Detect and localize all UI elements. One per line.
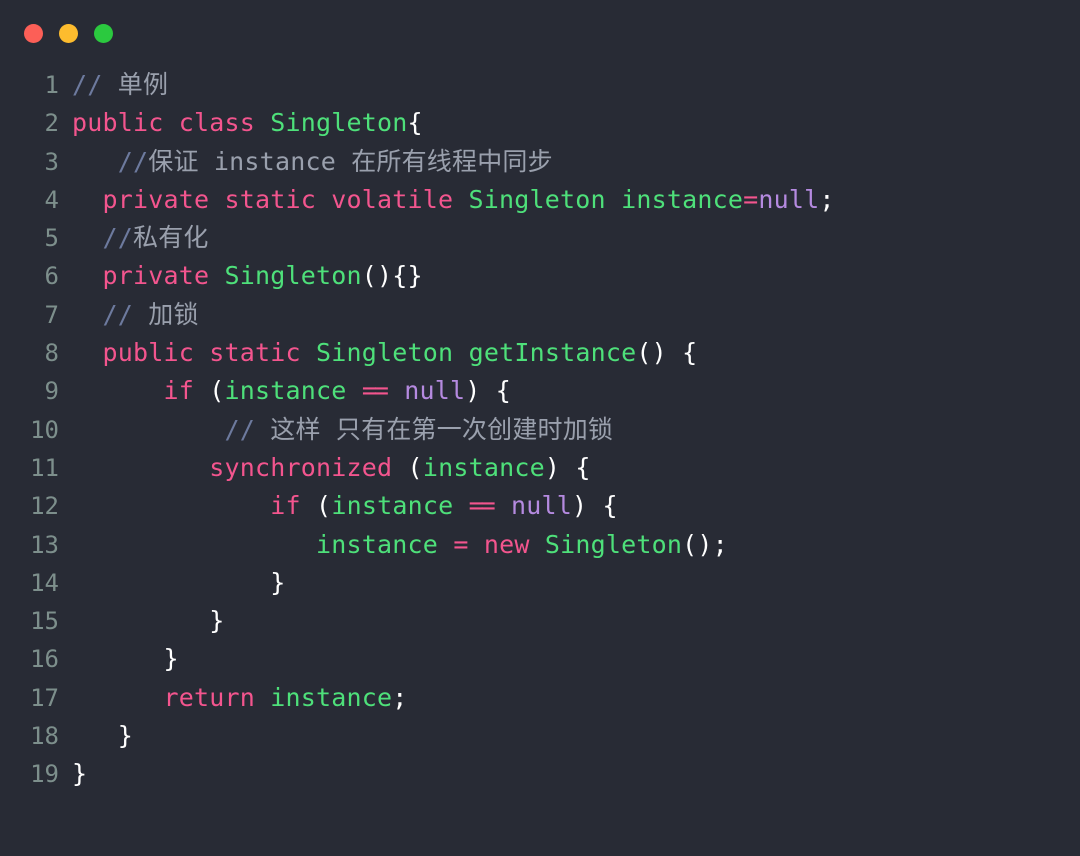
line-content: } xyxy=(270,567,286,597)
line-number: 3 xyxy=(44,147,59,176)
code-line: 15 } xyxy=(0,602,1080,640)
line-number: 4 xyxy=(44,185,59,214)
code-line: 4 private static volatile Singleton inst… xyxy=(0,181,1080,219)
line-number: 7 xyxy=(44,300,59,329)
line-content: //保证 instance 在所有线程中同步 xyxy=(117,146,553,176)
window-titlebar xyxy=(0,0,1080,66)
line-content: private static volatile Singleton instan… xyxy=(102,184,835,214)
line-content: return instance; xyxy=(163,682,408,712)
line-content: if (instance == null) { xyxy=(163,376,511,406)
line-number: 13 xyxy=(30,530,59,559)
line-number: 15 xyxy=(30,607,59,636)
code-line: 14 } xyxy=(0,564,1080,602)
line-content: } xyxy=(163,644,179,674)
line-number: 11 xyxy=(30,453,59,482)
line-number: 12 xyxy=(30,492,59,521)
line-content: // 加锁 xyxy=(102,299,199,329)
code-line: 8 public static Singleton getInstance() … xyxy=(0,334,1080,372)
line-content: } xyxy=(117,721,134,751)
code-line: 11 synchronized (instance) { xyxy=(0,449,1080,487)
code-line: 2 public class Singleton{ xyxy=(0,104,1080,142)
line-content: public static Singleton getInstance() { xyxy=(102,338,698,368)
code-line: 10 // 这样 只有在第一次创建时加锁 xyxy=(0,411,1080,449)
code-line: 1 // 单例 xyxy=(0,66,1080,104)
line-number: 18 xyxy=(30,722,59,751)
line-number: 1 xyxy=(44,71,59,99)
line-number: 2 xyxy=(44,109,59,138)
line-number: 19 xyxy=(30,760,59,789)
line-number: 5 xyxy=(44,224,59,253)
line-content: //私有化 xyxy=(102,223,209,253)
line-content: if (instance == null) { xyxy=(270,491,618,521)
line-number: 9 xyxy=(44,377,59,406)
code-line: 17 return instance; xyxy=(0,679,1080,717)
line-number: 16 xyxy=(30,645,59,674)
minimize-button[interactable] xyxy=(59,23,78,43)
code-line: 13 instance = new Singleton(); xyxy=(0,526,1080,564)
code-line: 3 //保证 instance 在所有线程中同步 xyxy=(0,143,1080,181)
code-line: 6 private Singleton(){} xyxy=(0,257,1080,295)
line-content: } xyxy=(209,606,225,636)
line-content: public class Singleton{ xyxy=(72,108,423,138)
line-number: 10 xyxy=(30,415,59,444)
line-content: instance = new Singleton(); xyxy=(316,529,728,559)
line-number: 14 xyxy=(30,568,59,597)
line-number: 8 xyxy=(44,339,59,368)
line-number: 17 xyxy=(30,683,59,712)
code-line: 9 if (instance == null) { xyxy=(0,372,1080,410)
line-content: private Singleton(){} xyxy=(102,261,423,291)
line-number: 6 xyxy=(44,262,59,291)
window-controls xyxy=(24,23,113,43)
code-editor[interactable]: 1 // 单例 2 public class Singleton{ 3 //保证… xyxy=(0,66,1080,794)
line-content: // 这样 只有在第一次创建时加锁 xyxy=(224,414,614,444)
code-line: 18 } xyxy=(0,717,1080,755)
code-line: 7 // 加锁 xyxy=(0,296,1080,334)
code-line: 12 if (instance == null) { xyxy=(0,487,1080,525)
code-line: 5 //私有化 xyxy=(0,219,1080,257)
close-button[interactable] xyxy=(24,23,43,43)
line-content: synchronized (instance) { xyxy=(209,452,591,482)
line-content: } xyxy=(72,759,88,789)
code-line: 16 } xyxy=(0,640,1080,678)
code-line: 19 } xyxy=(0,755,1080,793)
line-content: // 单例 xyxy=(72,70,169,99)
code-snippet-window: 1 // 单例 2 public class Singleton{ 3 //保证… xyxy=(0,0,1080,856)
maximize-button[interactable] xyxy=(94,23,113,43)
